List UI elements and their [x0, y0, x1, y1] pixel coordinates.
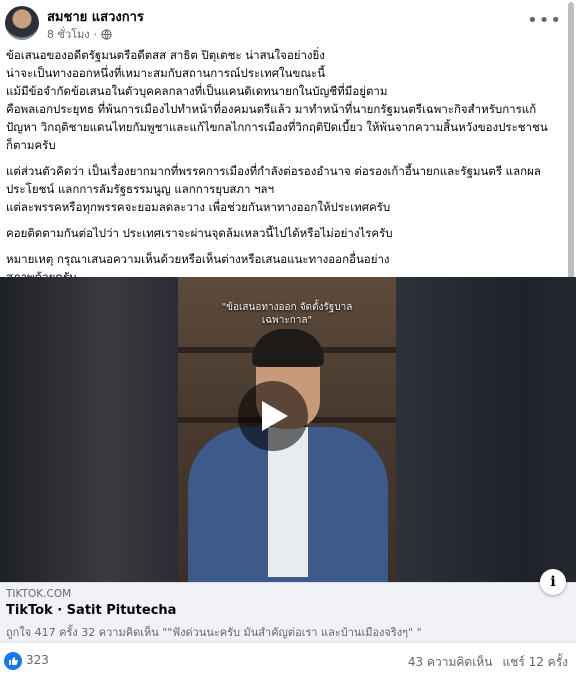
video-blur-right	[396, 277, 576, 582]
more-options-icon[interactable]: •••	[527, 10, 562, 31]
globe-icon	[101, 28, 112, 40]
link-preview[interactable]: i TIKTOK.COM TikTok · Satit Pitutecha ถู…	[0, 569, 576, 643]
post-meta: 8 ชั่วโมง ·	[47, 25, 112, 43]
link-description: ถูกใจ 417 ครั้ง 32 ความคิดเห็น ""ฟังด่วน…	[6, 626, 422, 639]
post-paragraph: แต่ส่วนตัวคิดว่า เป็นเรื่องยากมากที่พรรค…	[6, 164, 541, 214]
share-count[interactable]: แชร์ 12 ครั้ง	[502, 653, 568, 672]
info-icon[interactable]: i	[540, 569, 566, 595]
link-domain: TIKTOK.COM	[6, 588, 72, 600]
post-paragraph: คอยติดตามกันต่อไปว่า ประเทศเราจะผ่านจุดล…	[6, 226, 393, 240]
like-icon	[9, 657, 18, 665]
post-paragraph: ข้อเสนอของอดีตรัฐมนตรีอดีตสส สาธิต ปิตุเ…	[6, 48, 548, 152]
separator-dot: ·	[93, 27, 98, 41]
like-count[interactable]: 323	[26, 653, 49, 667]
engagement-stats: 43 ความคิดเห็น แชร์ 12 ครั้ง	[408, 653, 568, 672]
play-icon	[262, 401, 288, 431]
comment-count[interactable]: 43 ความคิดเห็น	[408, 653, 493, 672]
author-name[interactable]: สมชาย แสวงการ	[47, 6, 144, 27]
video-blur-left	[0, 277, 178, 582]
video-caption: "ข้อเสนอทางออก จัดตั้งรัฐบาล เฉพาะกาล"	[221, 302, 353, 326]
post-time[interactable]: 8 ชั่วโมง	[47, 25, 90, 43]
play-button[interactable]	[238, 381, 308, 451]
avatar[interactable]	[5, 6, 39, 40]
speaker-hair	[252, 329, 324, 367]
post-footer: 323 43 ความคิดเห็น แชร์ 12 ครั้ง	[0, 642, 576, 680]
post-header: สมชาย แสวงการ 8 ชั่วโมง · •••	[0, 0, 576, 46]
post-body: ข้อเสนอของอดีตรัฐมนตรีอดีตสส สาธิต ปิตุเ…	[6, 46, 566, 294]
like-reaction-badge[interactable]	[4, 652, 22, 670]
scrollbar[interactable]	[568, 2, 574, 282]
facebook-post: สมชาย แสวงการ 8 ชั่วโมง · ••• ข้อเสนอของ…	[0, 0, 576, 679]
link-title[interactable]: TikTok · Satit Pitutecha	[6, 603, 176, 618]
